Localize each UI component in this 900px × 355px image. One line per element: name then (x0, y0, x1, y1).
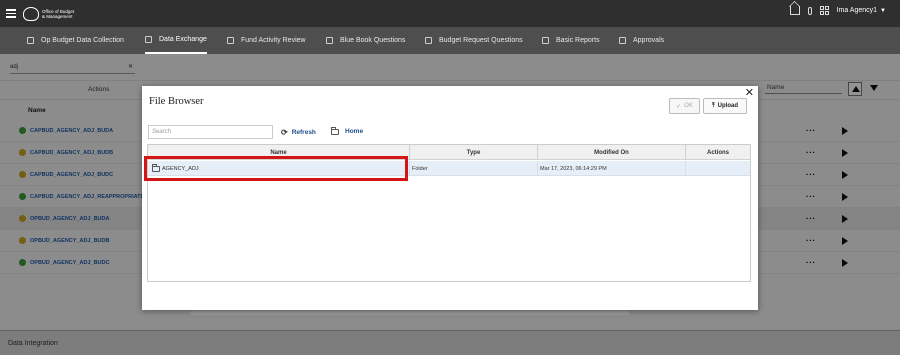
home-icon[interactable] (789, 6, 800, 15)
tab-op-budget-data-collection[interactable]: Op Budget Data Collection (27, 27, 124, 54)
tab-label: Blue Book Questions (340, 37, 406, 44)
tab-label: Fund Activity Review (241, 37, 306, 44)
home-button[interactable]: Home (331, 126, 364, 135)
ohio-logo-icon (23, 6, 39, 21)
tab-label: Op Budget Data Collection (41, 37, 124, 44)
exchange-icon (145, 36, 152, 43)
home-label: Home (345, 128, 364, 135)
upload-button[interactable]: ⤒ Upload (703, 98, 747, 114)
modified-on-cell: Mar 17, 2023, 06:14:29 PM (538, 161, 686, 176)
tab-budget-request-questions[interactable]: Budget Request Questions (425, 27, 523, 54)
folder-icon (331, 126, 339, 135)
column-header-modified-on[interactable]: Modified On (538, 145, 686, 160)
close-icon[interactable]: ✕ (745, 88, 754, 99)
dialog-title: File Browser (149, 96, 204, 107)
org-name: Office of Budget & Management (42, 8, 75, 19)
pencil-icon (326, 37, 333, 44)
tab-fund-activity-review[interactable]: Fund Activity Review (227, 27, 306, 54)
tab-label: Data Exchange (159, 36, 207, 43)
tab-icon (227, 37, 234, 44)
nav-bar: Op Budget Data Collection Data Exchange … (0, 27, 900, 54)
tab-label: Budget Request Questions (439, 37, 523, 44)
ok-button[interactable]: ✓ OK (669, 98, 700, 114)
user-menu[interactable]: Ima Agency1 ▼ (837, 7, 886, 14)
scrollbar[interactable] (190, 311, 630, 315)
refresh-button[interactable]: ⟳ Refresh (281, 128, 316, 137)
upload-label: Upload (717, 103, 738, 109)
tab-blue-book-questions[interactable]: Blue Book Questions (326, 27, 405, 54)
tab-basic-reports[interactable]: Basic Reports (542, 27, 600, 54)
tab-data-exchange[interactable]: Data Exchange (145, 27, 207, 54)
user-name: Ima Agency1 (836, 7, 878, 14)
actions-cell[interactable] (686, 161, 750, 176)
tab-label: Approvals (633, 37, 665, 44)
file-type-cell: Folder (410, 161, 538, 176)
refresh-icon: ⟳ (281, 128, 288, 137)
tab-approvals[interactable]: Approvals (619, 27, 664, 54)
column-header-actions: Actions (706, 149, 729, 156)
org-logo[interactable]: Office of Budget & Management (23, 6, 78, 21)
top-header: Office of Budget & Management Ima Agency… (0, 0, 900, 27)
approvals-icon (619, 37, 626, 44)
file-browser-dialog: ✕ File Browser ✓ OK ⤒ Upload Search ⟳ Refre… (142, 86, 758, 310)
hamburger-menu-icon[interactable] (6, 9, 16, 18)
accessibility-icon[interactable] (807, 6, 812, 15)
tab-icon (27, 37, 34, 44)
ok-label: OK (684, 103, 693, 109)
column-header-type[interactable]: Type (410, 145, 538, 160)
tab-icon (425, 37, 432, 44)
highlight-box (144, 156, 408, 181)
tab-label: Basic Reports (556, 37, 600, 44)
report-icon (542, 37, 549, 44)
upload-icon: ⤒ (712, 102, 715, 109)
search-input[interactable]: Search (148, 125, 273, 139)
navigator-grid-icon[interactable] (819, 6, 829, 15)
chevron-down-icon: ▼ (880, 7, 886, 14)
refresh-label: Refresh (291, 129, 316, 136)
check-icon: ✓ (676, 103, 682, 110)
